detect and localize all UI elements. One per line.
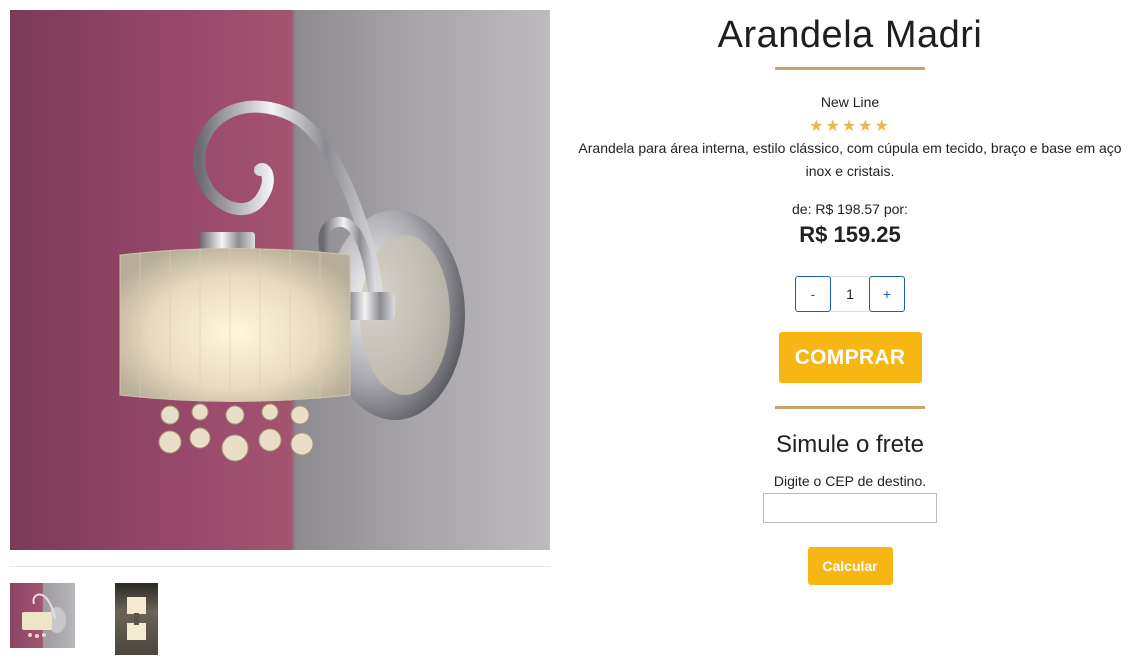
- price-current: R$ 159.25: [799, 222, 901, 247]
- lamp-illustration: [119, 100, 465, 462]
- thumbnail-strip: [10, 583, 550, 655]
- gallery-divider: [10, 566, 550, 567]
- quantity-stepper: - 1 +: [575, 276, 1125, 312]
- shipping-title: Simule o frete: [775, 431, 925, 458]
- main-product-image[interactable]: [10, 10, 550, 550]
- product-title: Arandela Madri: [717, 14, 983, 56]
- thumb-wall-light-icon: [127, 597, 146, 640]
- calculate-shipping-button[interactable]: Calcular: [807, 547, 893, 585]
- product-description: Arandela para área interna, estilo cláss…: [578, 140, 1122, 179]
- product-gallery: [10, 10, 550, 655]
- buy-button[interactable]: COMPRAR: [778, 332, 922, 383]
- product-brand: New Line: [820, 94, 880, 110]
- thumbnail-1[interactable]: [10, 583, 75, 648]
- title-divider: [775, 67, 925, 70]
- product-info: Arandela Madri New Line ★★★★★ Arandela p…: [575, 10, 1125, 585]
- quantity-input[interactable]: 1: [831, 276, 869, 312]
- thumb-lamp-icon: [22, 593, 66, 638]
- cep-label: Digite o CEP de destino.: [773, 473, 927, 489]
- price-old: de: R$ 198.57 por:: [792, 201, 908, 217]
- cep-input[interactable]: [763, 493, 937, 523]
- rating-stars: ★★★★★: [809, 118, 891, 135]
- thumbnail-2[interactable]: [115, 583, 158, 655]
- shipping-divider: [775, 406, 925, 409]
- quantity-increase-button[interactable]: +: [869, 276, 905, 312]
- quantity-decrease-button[interactable]: -: [795, 276, 831, 312]
